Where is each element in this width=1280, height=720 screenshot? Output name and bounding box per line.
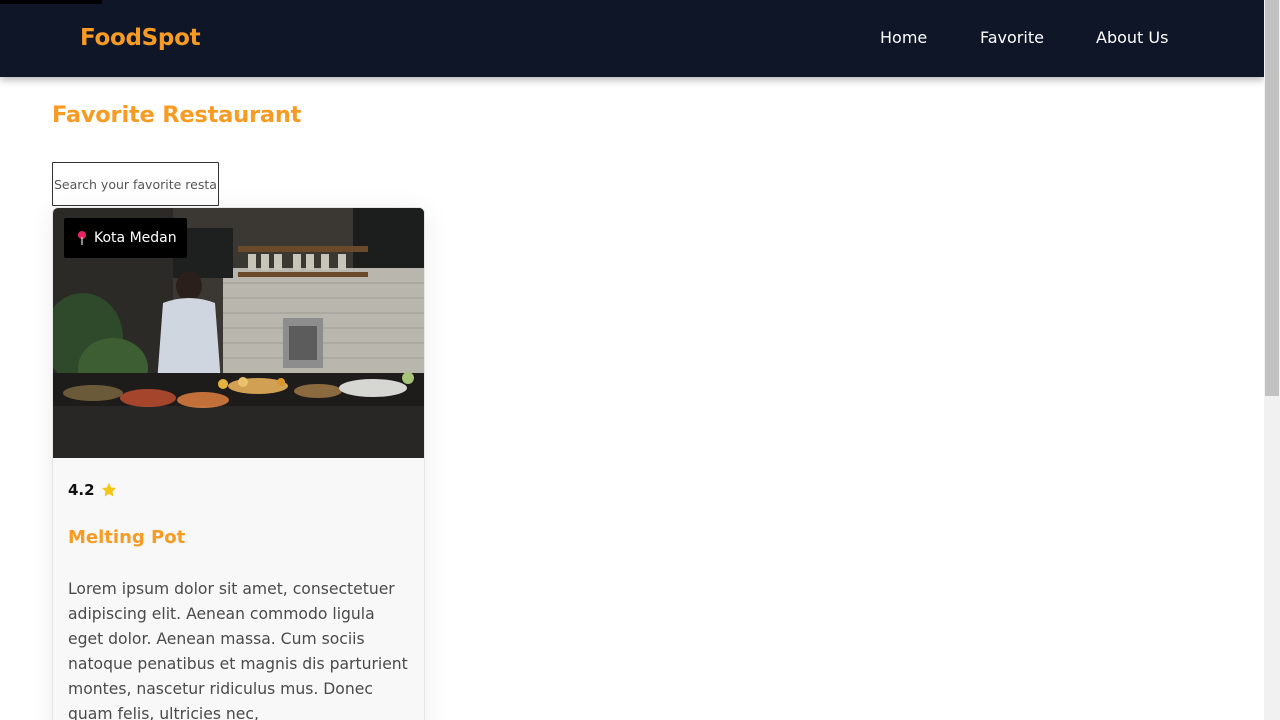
search-input[interactable]: [52, 162, 219, 206]
map-pin-icon: [78, 231, 86, 245]
nav-link-home[interactable]: Home: [880, 26, 927, 50]
page: FoodSpot Home Favorite About Us Favorite…: [0, 0, 1264, 720]
loading-progress-bar: [0, 0, 102, 4]
restaurant-name-link[interactable]: Melting Pot: [68, 525, 185, 551]
page-title: Favorite Restaurant: [52, 102, 302, 128]
navbar: FoodSpot Home Favorite About Us: [0, 0, 1264, 77]
nav-link-about-us[interactable]: About Us: [1096, 26, 1168, 50]
rating: 4.2: [68, 481, 118, 499]
rating-value: 4.2: [68, 481, 95, 499]
restaurant-card[interactable]: Kota Medan 4.2 Melting Pot Lorem ipsum d…: [52, 207, 425, 720]
restaurant-description: Lorem ipsum dolor sit amet, consectetuer…: [68, 580, 408, 720]
city-badge: Kota Medan: [64, 218, 187, 258]
brand-logo[interactable]: FoodSpot: [80, 22, 201, 54]
nav-link-favorite[interactable]: Favorite: [980, 26, 1044, 50]
scrollbar-thumb[interactable]: [1265, 0, 1279, 396]
star-icon: [101, 482, 116, 497]
city-name: Kota Medan: [94, 230, 177, 246]
